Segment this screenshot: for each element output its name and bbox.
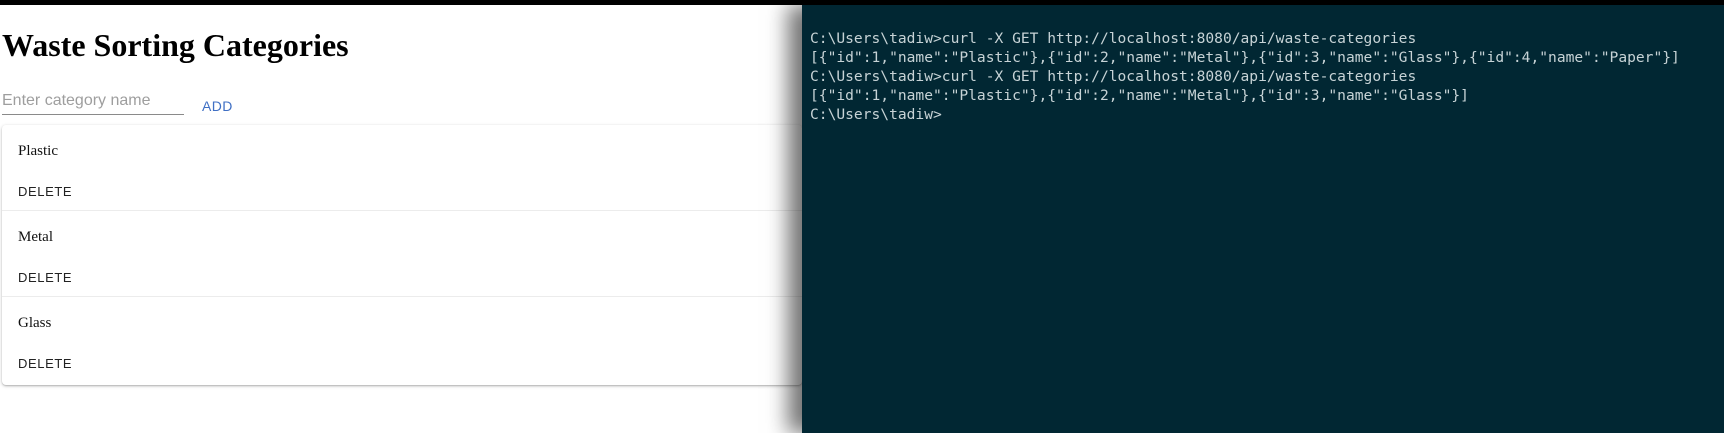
- category-card: Metal DELETE: [2, 211, 802, 297]
- waste-app: Waste Sorting Categories ADD Plastic DEL…: [0, 5, 802, 433]
- category-card: Glass DELETE: [2, 297, 802, 383]
- terminal-line: [{"id":1,"name":"Plastic"},{"id":2,"name…: [810, 49, 1680, 66]
- terminal-prompt: C:\Users\tadiw>: [810, 106, 942, 123]
- delete-button[interactable]: DELETE: [10, 177, 80, 205]
- terminal-line: C:\Users\tadiw>curl -X GET http://localh…: [810, 68, 1417, 85]
- delete-button[interactable]: DELETE: [10, 349, 80, 377]
- page-title: Waste Sorting Categories: [2, 27, 349, 63]
- terminal-line: [{"id":1,"name":"Plastic"},{"id":2,"name…: [810, 87, 1469, 104]
- terminal-line: C:\Users\tadiw>curl -X GET http://localh…: [810, 30, 1417, 47]
- terminal-window[interactable]: C:\Users\tadiw>curl -X GET http://localh…: [802, 5, 1724, 433]
- category-card: Plastic DELETE: [2, 125, 802, 211]
- category-name: Plastic: [18, 143, 58, 159]
- category-list: Plastic DELETE Metal DELETE Glass DELETE: [2, 125, 802, 385]
- delete-button[interactable]: DELETE: [10, 263, 80, 291]
- terminal-output: C:\Users\tadiw>curl -X GET http://localh…: [810, 29, 1680, 124]
- category-name: Metal: [18, 229, 53, 245]
- screen: Waste Sorting Categories ADD Plastic DEL…: [0, 0, 1724, 433]
- add-button[interactable]: ADD: [190, 94, 245, 118]
- category-name-input[interactable]: [2, 88, 184, 115]
- category-name: Glass: [18, 315, 52, 331]
